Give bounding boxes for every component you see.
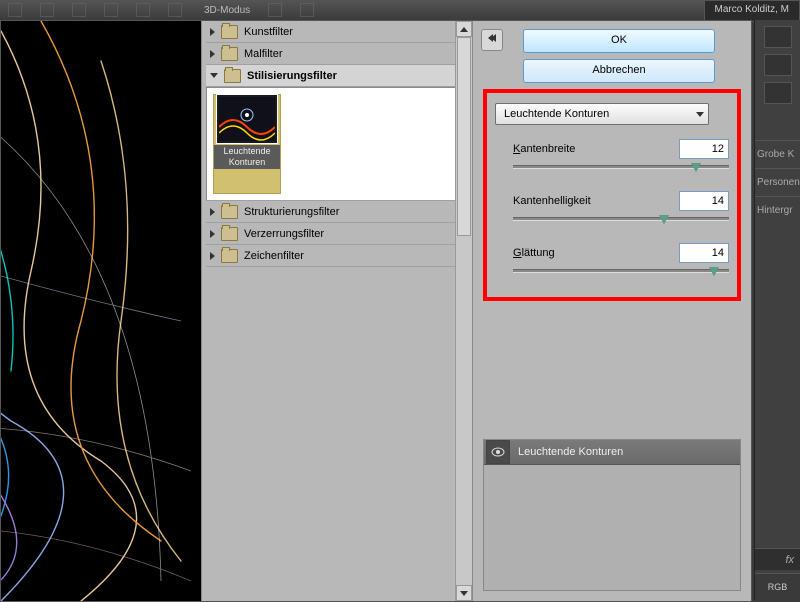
slider-track bbox=[513, 217, 729, 221]
folder-icon bbox=[221, 205, 238, 219]
category-label: Zeichenfilter bbox=[244, 250, 304, 262]
thumbnail-image bbox=[217, 95, 277, 143]
toolbar-icon[interactable] bbox=[104, 3, 118, 17]
toolbar-3d-label: 3D-Modus bbox=[204, 5, 250, 16]
scroll-track[interactable] bbox=[456, 37, 472, 585]
param-input-glaettung[interactable] bbox=[679, 243, 729, 263]
filter-dropdown-label: Leuchtende Konturen bbox=[504, 108, 609, 120]
applied-filter-label: Leuchtende Konturen bbox=[518, 446, 623, 458]
chevron-right-icon bbox=[210, 28, 215, 36]
thumbnail-label: LeuchtendeKonturen bbox=[214, 145, 280, 169]
visibility-toggle[interactable] bbox=[486, 440, 510, 464]
filter-category[interactable]: Kunstfilter bbox=[206, 21, 468, 43]
param-input-kantenbreite[interactable] bbox=[679, 139, 729, 159]
filter-category[interactable]: Zeichenfilter bbox=[206, 244, 468, 267]
toolbar-icon[interactable] bbox=[8, 3, 22, 17]
toolbar-icon[interactable] bbox=[136, 3, 150, 17]
chevron-right-icon bbox=[210, 252, 215, 260]
panel-icon[interactable] bbox=[764, 54, 792, 76]
collapse-tree-button[interactable] bbox=[481, 29, 503, 51]
ok-button[interactable]: OK bbox=[523, 29, 715, 53]
filter-dropdown[interactable]: Leuchtende Konturen bbox=[495, 103, 709, 125]
user-menu-button[interactable]: Marco Kolditz, M bbox=[704, 0, 800, 22]
layers-strip: Grobe K Personen Hintergr bbox=[755, 140, 800, 224]
param-label: Kantenbreite bbox=[513, 143, 575, 155]
right-dock bbox=[754, 20, 800, 600]
param-slider-kantenbreite[interactable] bbox=[513, 163, 729, 177]
folder-icon bbox=[221, 227, 238, 241]
param-glaettung: Glättung bbox=[513, 243, 729, 281]
layer-item[interactable]: Personen bbox=[755, 168, 800, 196]
param-label: Kantenhelligkeit bbox=[513, 195, 591, 207]
category-label: Strukturierungsfilter bbox=[244, 206, 339, 218]
slider-track bbox=[513, 269, 729, 273]
chevron-right-icon bbox=[210, 50, 215, 58]
filter-thumbnail[interactable]: LeuchtendeKonturen bbox=[213, 94, 281, 194]
slider-thumb[interactable] bbox=[691, 163, 701, 172]
filter-category[interactable]: Malfilter bbox=[206, 42, 468, 65]
folder-icon bbox=[221, 249, 238, 263]
app-toolbar: 3D-Modus bbox=[0, 0, 800, 21]
filter-thumbnails: LeuchtendeKonturen bbox=[206, 87, 468, 201]
slider-thumb[interactable] bbox=[709, 267, 719, 276]
tree-scrollbar[interactable] bbox=[455, 21, 472, 601]
category-label: Verzerrungsfilter bbox=[244, 228, 324, 240]
param-slider-kantenhelligkeit[interactable] bbox=[513, 215, 729, 229]
filter-category[interactable]: Stilisierungsfilter bbox=[206, 64, 468, 87]
param-slider-glaettung[interactable] bbox=[513, 267, 729, 281]
scroll-down-button[interactable] bbox=[456, 585, 472, 601]
applied-filters-list: Leuchtende Konturen bbox=[483, 439, 741, 591]
filter-gallery-dialog: Kunstfilter Malfilter Stilisierungsfilter L… bbox=[0, 20, 752, 602]
filter-category-tree: Kunstfilter Malfilter Stilisierungsfilter L… bbox=[202, 21, 473, 601]
filter-settings-panel: OK Abbrechen Leuchtende Konturen Kantenb… bbox=[473, 21, 751, 601]
app-background: 3D-Modus Marco Kolditz, M Grobe K Person… bbox=[0, 0, 800, 600]
scroll-up-button[interactable] bbox=[456, 21, 472, 37]
cancel-button[interactable]: Abbrechen bbox=[523, 59, 715, 83]
slider-thumb[interactable] bbox=[659, 215, 669, 224]
param-kantenbreite: Kantenbreite bbox=[513, 139, 729, 177]
preview-image bbox=[1, 21, 201, 601]
folder-icon bbox=[224, 69, 241, 83]
panel-icon[interactable] bbox=[764, 26, 792, 48]
color-mode-bar: RGB bbox=[755, 573, 800, 600]
param-input-kantenhelligkeit[interactable] bbox=[679, 191, 729, 211]
toolbar-icon[interactable] bbox=[40, 3, 54, 17]
panel-icon[interactable] bbox=[764, 82, 792, 104]
toolbar-icon[interactable] bbox=[268, 3, 282, 17]
filter-category[interactable]: Verzerrungsfilter bbox=[206, 222, 468, 245]
layer-item[interactable]: Grobe K bbox=[755, 140, 800, 168]
scroll-thumb[interactable] bbox=[457, 37, 471, 236]
category-label: Malfilter bbox=[244, 48, 283, 60]
folder-icon bbox=[221, 47, 238, 61]
category-label: Kunstfilter bbox=[244, 26, 293, 38]
param-label: Glättung bbox=[513, 247, 555, 259]
filter-preview[interactable] bbox=[1, 21, 202, 601]
toolbar-icon[interactable] bbox=[72, 3, 86, 17]
settings-highlight: Leuchtende Konturen Kantenbreite Kantenhe… bbox=[483, 89, 741, 301]
layer-item[interactable]: Hintergr bbox=[755, 196, 800, 224]
category-label: Stilisierungsfilter bbox=[247, 70, 337, 82]
folder-icon bbox=[221, 25, 238, 39]
filter-category[interactable]: Strukturierungsfilter bbox=[206, 200, 468, 223]
chevron-down-icon bbox=[696, 112, 704, 117]
eye-icon bbox=[491, 447, 505, 457]
toolbar-icon[interactable] bbox=[300, 3, 314, 17]
applied-filter-row[interactable]: Leuchtende Konturen bbox=[484, 440, 740, 465]
chevron-down-icon bbox=[210, 73, 218, 78]
toolbar-icon[interactable] bbox=[168, 3, 182, 17]
chevron-right-icon bbox=[210, 208, 215, 216]
fx-bar[interactable]: fx bbox=[755, 548, 800, 570]
param-kantenhelligkeit: Kantenhelligkeit bbox=[513, 191, 729, 229]
chevron-right-icon bbox=[210, 230, 215, 238]
